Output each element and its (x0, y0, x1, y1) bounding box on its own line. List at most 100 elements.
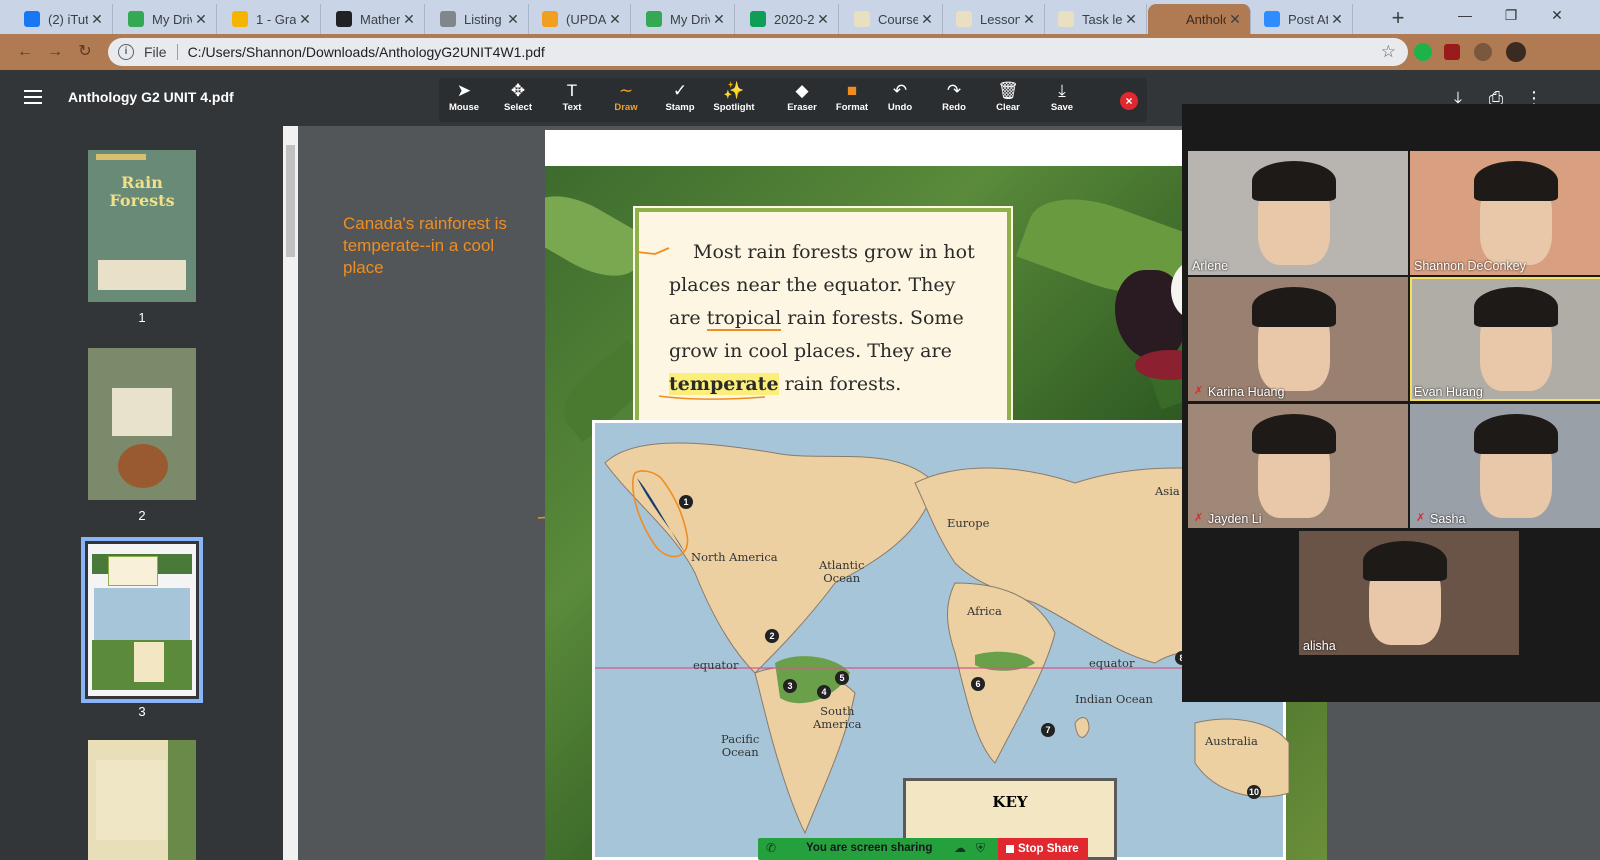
map-marker-6: 6 (971, 677, 985, 691)
new-tab-button[interactable]: + (1384, 5, 1412, 33)
tool-save[interactable]: ⤓ Save (1037, 80, 1087, 120)
page-number-1: 1 (138, 310, 146, 325)
reload-button[interactable]: ↻ (74, 41, 96, 63)
tool-stamp[interactable]: ✓ Stamp (655, 80, 705, 120)
tab-close-icon[interactable]: ✕ (918, 11, 936, 28)
thumb-map (94, 588, 190, 640)
screen-sharing-bar: ✆ You are screen sharing ☁ ⛨ Stop Share (758, 838, 1088, 860)
tool-redo[interactable]: ↷ Redo (929, 80, 979, 120)
annotation-underline (658, 395, 766, 400)
participant-tile[interactable]: Shannon DeConkey (1410, 151, 1600, 275)
tab-close-icon[interactable]: ✕ (1020, 11, 1038, 28)
url-separator (176, 44, 178, 60)
minimize-button[interactable]: — (1442, 0, 1488, 32)
pdf-icon (1162, 11, 1178, 27)
annotation-tick (636, 247, 670, 255)
tool-label: Undo (887, 102, 913, 113)
tool-text[interactable]: T Text (547, 80, 597, 120)
tool-draw[interactable]: ∼ Draw (601, 80, 651, 120)
bookmark-star-icon[interactable]: ☆ (1381, 42, 1396, 62)
tab-close-icon[interactable]: ✕ (1122, 11, 1140, 28)
tab-label: 1 - Grade (256, 11, 296, 27)
tool-spotlight[interactable]: ✨ Spotlight (709, 80, 759, 120)
address-bar[interactable]: i File C:/Users/Shannon/Downloads/Anthol… (108, 38, 1408, 66)
magic-wand-icon: ✨ (723, 81, 745, 100)
zoom-icon (1264, 11, 1280, 27)
muted-mic-icon: ✗ (1194, 385, 1204, 397)
participant-tile[interactable]: ✗ Sasha (1410, 404, 1600, 528)
tool-mouse[interactable]: ➤ Mouse (439, 80, 489, 120)
google-sheets-icon (750, 11, 766, 27)
tab-close-icon[interactable]: ✕ (400, 11, 418, 28)
sidebar-scroll-thumb[interactable] (286, 145, 295, 257)
browser-tab[interactable]: 1 - Grade✕ (218, 4, 321, 34)
close-window-button[interactable]: ✕ (1534, 0, 1580, 32)
tool-eraser[interactable]: ◆ Eraser (777, 80, 827, 120)
browser-tab[interactable]: (UPDAT✕ (528, 4, 631, 34)
tool-format[interactable]: ■ Format (827, 80, 877, 120)
eraser-icon: ◆ (795, 81, 809, 100)
tab-close-icon[interactable]: ✕ (1226, 11, 1244, 28)
restore-button[interactable]: ❐ (1488, 0, 1534, 32)
profile-avatar[interactable] (1506, 42, 1526, 62)
back-button[interactable]: ← (14, 41, 36, 63)
participant-tile[interactable]: Evan Huang (1410, 277, 1600, 401)
tool-undo[interactable]: ↶ Undo (875, 80, 925, 120)
tab-close-icon[interactable]: ✕ (88, 11, 106, 28)
tab-label: Lessons (980, 11, 1020, 27)
tab-close-icon[interactable]: ✕ (814, 11, 832, 28)
tool-select[interactable]: ✥ Select (493, 80, 543, 120)
participant-name: Karina Huang (1208, 385, 1285, 399)
browser-tab[interactable]: Task lea✕ (1044, 4, 1147, 34)
participant-tile[interactable]: Arlene (1188, 151, 1408, 275)
tab-close-icon[interactable]: ✕ (1328, 11, 1346, 28)
close-annotation-icon[interactable]: × (1120, 92, 1138, 110)
tool-label: Mouse (448, 102, 480, 113)
browser-tab[interactable]: (2) iTutor✕ (10, 4, 113, 34)
page-thumbnail-3[interactable] (81, 537, 203, 703)
browser-tab[interactable]: My Drive✕ (632, 4, 735, 34)
browser-tab[interactable]: 2020-2(✕ (736, 4, 839, 34)
tab-close-icon[interactable]: ✕ (606, 11, 624, 28)
participant-name: Evan Huang (1414, 385, 1483, 399)
browser-tab[interactable]: Mathem✕ (322, 4, 425, 34)
muted-mic-icon: ✗ (1194, 512, 1204, 524)
google-slides-icon (232, 11, 248, 27)
participant-tile[interactable]: alisha (1299, 531, 1519, 655)
google-drive-icon (646, 11, 662, 27)
checkmark-icon: ✓ (672, 81, 688, 100)
participant-name: Shannon DeConkey (1414, 259, 1526, 273)
tab-close-icon[interactable]: ✕ (192, 11, 210, 28)
ublock-extension-icon[interactable] (1444, 44, 1460, 60)
tab-close-icon[interactable]: ✕ (296, 11, 314, 28)
browser-tab[interactable]: Post At ✕ (1250, 4, 1353, 34)
tool-clear[interactable]: 🗑 Clear (983, 80, 1033, 120)
participant-tile[interactable]: ✗ Karina Huang (1188, 277, 1408, 401)
tab-label: Post At (1288, 11, 1328, 27)
save-download-icon: ⤓ (1058, 81, 1066, 100)
tool-label: Stamp (665, 102, 695, 113)
stop-share-button[interactable]: Stop Share (998, 838, 1088, 860)
forward-button[interactable]: → (44, 41, 66, 63)
tab-close-icon[interactable]: ✕ (710, 11, 728, 28)
annotation-note: Canada's rainforest is temperate--in a c… (343, 214, 507, 277)
browser-tab[interactable]: Antholo ✕ (1148, 4, 1251, 34)
browser-tab[interactable]: Listing ✕ (426, 4, 529, 34)
label-south-america: South America (813, 704, 862, 731)
google-drive-icon (128, 11, 144, 27)
page-number-2: 2 (138, 508, 146, 523)
browser-tab[interactable]: Lessons✕ (942, 4, 1045, 34)
browser-tab[interactable]: My Drive✕ (114, 4, 217, 34)
participant-tile[interactable]: ✗ Jayden Li (1188, 404, 1408, 528)
page-thumbnail-1[interactable]: Rain Forests (88, 150, 196, 302)
site-info-icon[interactable]: i (118, 44, 134, 60)
tab-close-icon[interactable]: ✕ (504, 11, 522, 28)
extensions-puzzle-icon[interactable] (1474, 43, 1492, 61)
page-thumbnail-4[interactable] (88, 740, 196, 860)
story-text: Most rain forests grow in hot places nea… (669, 236, 989, 401)
browser-tab[interactable]: Course ✕ (840, 4, 943, 34)
document-icon (1058, 11, 1074, 27)
sidebar-menu-icon[interactable] (24, 90, 42, 104)
extension-green-icon[interactable] (1414, 43, 1432, 61)
page-thumbnail-2[interactable] (88, 348, 196, 500)
